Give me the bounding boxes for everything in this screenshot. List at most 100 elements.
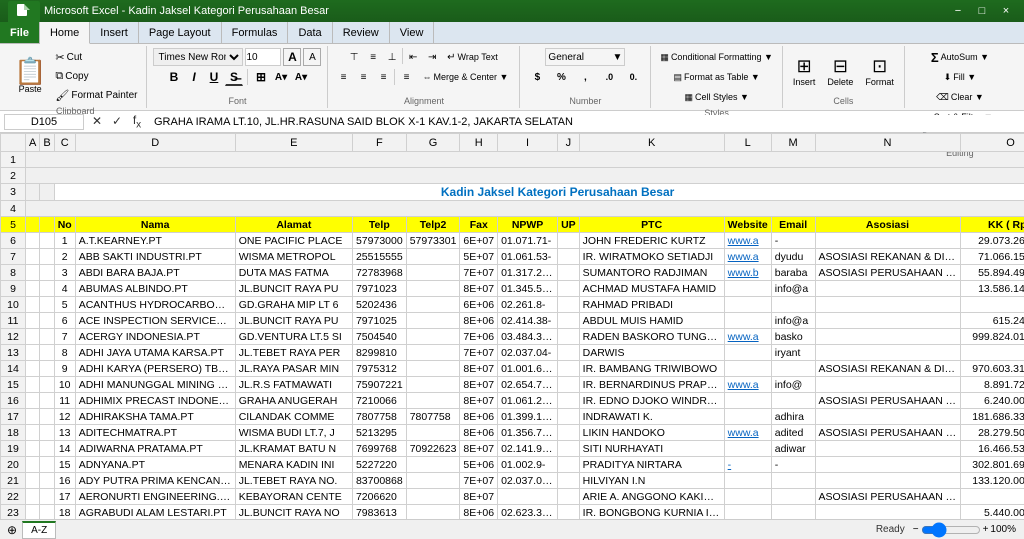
cell-ptc[interactable]: IR. EDNO DJOKO WINDRATNO <box>579 393 724 409</box>
cell-telp2[interactable]: 7807758 <box>406 409 460 425</box>
cell[interactable] <box>26 345 40 361</box>
cell-telp[interactable]: 7975312 <box>352 361 406 377</box>
align-middle-button[interactable]: ≡ <box>364 48 382 66</box>
cell-telp[interactable]: 57973000 <box>352 233 406 249</box>
cell-npwp[interactable]: 01.345.5481 <box>498 281 558 297</box>
cell-ptc[interactable]: IR. BERNARDINUS PRAPTO EDI WISM <box>579 377 724 393</box>
cell[interactable] <box>26 265 40 281</box>
tab-data[interactable]: Data <box>288 22 332 43</box>
minimize-btn[interactable]: − <box>948 3 968 19</box>
title-controls[interactable]: − □ × <box>948 3 1016 19</box>
cell-website[interactable] <box>724 281 771 297</box>
cell-npwp[interactable]: 01.356.7037 <box>498 425 558 441</box>
clear-button[interactable]: ⌫ Clear ▼ <box>933 88 987 106</box>
cell[interactable] <box>26 281 40 297</box>
cell-alamat[interactable]: ONE PACIFIC PLACE <box>235 233 352 249</box>
cell-no[interactable]: 5 <box>54 297 75 313</box>
maximize-btn[interactable]: □ <box>972 3 992 19</box>
zoom-in-button[interactable]: + <box>983 524 989 535</box>
cell-email[interactable]: baraba <box>771 265 815 281</box>
cell-no[interactable]: 3 <box>54 265 75 281</box>
cell-email[interactable] <box>771 393 815 409</box>
align-center-button[interactable]: ≡ <box>354 68 372 86</box>
col-header-e[interactable]: E <box>235 134 352 152</box>
cell-kk[interactable]: 5.440.000.000,- <box>960 505 1024 520</box>
cell-asosiasi[interactable]: ASOSIASI PERUSAHAAN TEKNI <box>815 393 960 409</box>
cell-npwp[interactable]: 02.037.04- <box>498 345 558 361</box>
fill-color-button[interactable]: A▾ <box>272 68 290 86</box>
cell-no[interactable]: 1 <box>54 233 75 249</box>
cell-ptc[interactable]: SITI NURHAYATI <box>579 441 724 457</box>
cell-asosiasi[interactable] <box>815 233 960 249</box>
cell-up[interactable] <box>558 233 580 249</box>
merge-center-button[interactable]: ⇔ Merge & Center ▼ <box>417 68 513 86</box>
cell-telp[interactable]: 5213295 <box>352 425 406 441</box>
empty-cell[interactable] <box>26 152 1024 168</box>
cell-website[interactable] <box>724 409 771 425</box>
cell-email[interactable] <box>771 473 815 489</box>
bold-button[interactable]: B <box>165 68 183 86</box>
cell[interactable] <box>40 329 54 345</box>
cell[interactable] <box>26 249 40 265</box>
cell[interactable] <box>40 457 54 473</box>
cell[interactable] <box>40 265 54 281</box>
sheet-title[interactable]: Kadin Jaksel Kategori Perusahaan Besar <box>54 184 1024 201</box>
cell-npwp[interactable]: 01.061.53- <box>498 249 558 265</box>
cell-nama[interactable]: ABUMAS ALBINDO.PT <box>75 281 235 297</box>
cell-website[interactable] <box>724 345 771 361</box>
cell-email[interactable]: - <box>771 233 815 249</box>
cell-website[interactable] <box>724 489 771 505</box>
cell[interactable] <box>40 184 54 201</box>
indent-increase-button[interactable]: ⇥ <box>423 48 441 66</box>
italic-button[interactable]: I <box>185 68 203 86</box>
cell-a5[interactable] <box>26 217 40 233</box>
cell[interactable] <box>40 409 54 425</box>
cell-telp[interactable]: 5202436 <box>352 297 406 313</box>
tab-view[interactable]: View <box>390 22 435 43</box>
cell-email[interactable]: iryant <box>771 345 815 361</box>
cell-no[interactable]: 9 <box>54 361 75 377</box>
close-btn[interactable]: × <box>996 3 1016 19</box>
cell-asosiasi[interactable] <box>815 441 960 457</box>
cell-kk[interactable]: 302.801.691.315,- <box>960 457 1024 473</box>
cell-nama[interactable]: ACERGY INDONESIA.PT <box>75 329 235 345</box>
cell-npwp[interactable]: 02.261.8- <box>498 297 558 313</box>
cell-asosiasi[interactable]: ASOSIASI PERUSAHAAN TEKNI <box>815 265 960 281</box>
cell-telp[interactable]: 5227220 <box>352 457 406 473</box>
cell[interactable] <box>40 249 54 265</box>
cell-alamat[interactable]: GRAHA ANUGERAH <box>235 393 352 409</box>
cell-website[interactable]: www.a <box>724 329 771 345</box>
cell-fax[interactable]: 8E+06 <box>460 425 498 441</box>
align-bottom-button[interactable]: ⊥ <box>383 48 401 66</box>
col-header-k[interactable]: K <box>579 134 724 152</box>
cell-up[interactable] <box>558 457 580 473</box>
cell-asosiasi[interactable] <box>815 457 960 473</box>
cell-alamat[interactable]: GD.GRAHA MIP LT 6 <box>235 297 352 313</box>
cell-nama[interactable]: ADHI JAYA UTAMA KARSA.PT <box>75 345 235 361</box>
cell-nama[interactable]: ACE INSPECTION SERVICES INDONESIA.PT <box>75 313 235 329</box>
cell-nama[interactable]: ADIWARNA PRATAMA.PT <box>75 441 235 457</box>
format-painter-button[interactable]: 🖌 Format Painter <box>52 86 140 104</box>
cell-fax[interactable]: 8E+07 <box>460 361 498 377</box>
col-header-c[interactable]: C <box>54 134 75 152</box>
cell-ptc[interactable]: ABDUL MUIS HAMID <box>579 313 724 329</box>
cell-nama[interactable]: ADITECHMATRA.PT <box>75 425 235 441</box>
cell-kk[interactable]: 55.894.493.203,- <box>960 265 1024 281</box>
cell-website[interactable]: www.a <box>724 249 771 265</box>
cell-email[interactable]: adited <box>771 425 815 441</box>
cell-up[interactable] <box>558 425 580 441</box>
cell-alamat[interactable]: JL.BUNCIT RAYA NO <box>235 505 352 520</box>
confirm-formula-icon[interactable]: ✓ <box>108 114 126 128</box>
align-right-button[interactable]: ≡ <box>374 68 392 86</box>
cell[interactable] <box>26 297 40 313</box>
cell-up[interactable] <box>558 409 580 425</box>
cell-alamat[interactable]: WISMA BUDI LT.7, J <box>235 425 352 441</box>
cell-up[interactable] <box>558 505 580 520</box>
align-left-button[interactable]: ≡ <box>334 68 352 86</box>
border-button[interactable]: ⊞ <box>252 68 270 86</box>
cell-fax[interactable]: 6E+06 <box>460 297 498 313</box>
cell-alamat[interactable]: DUTA MAS FATMA <box>235 265 352 281</box>
cell-nama[interactable]: AGRABUDI ALAM LESTARI.PT <box>75 505 235 520</box>
cell-no[interactable]: 10 <box>54 377 75 393</box>
cell-fax[interactable]: 8E+07 <box>460 393 498 409</box>
